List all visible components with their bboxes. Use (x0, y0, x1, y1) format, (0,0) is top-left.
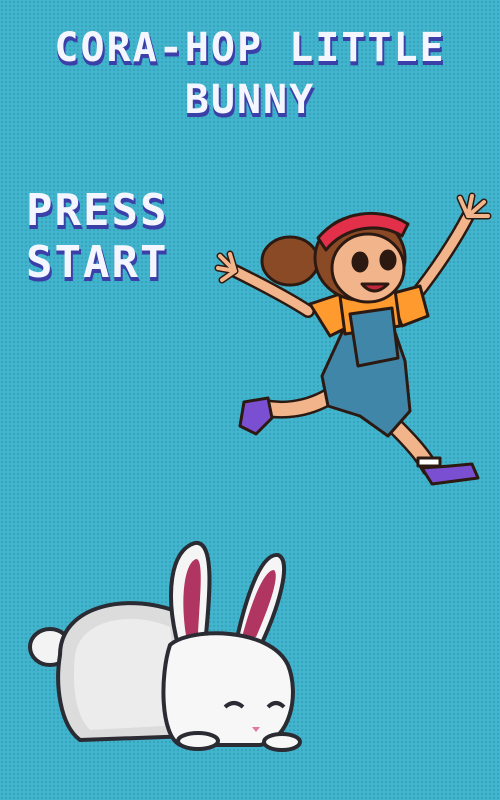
game-title-line2: BUNNY (184, 77, 316, 123)
jumping-girl-sprite (214, 192, 492, 486)
sleeping-bunny-sprite (28, 541, 302, 752)
press-start-line2: START (26, 237, 169, 288)
press-start-button[interactable]: PRESS START (26, 185, 168, 289)
game-title-line1: CORA-HOP LITTLE (54, 25, 446, 71)
press-start-line1: PRESS (26, 185, 169, 236)
game-title: CORA-HOP LITTLE BUNNY (0, 22, 500, 126)
